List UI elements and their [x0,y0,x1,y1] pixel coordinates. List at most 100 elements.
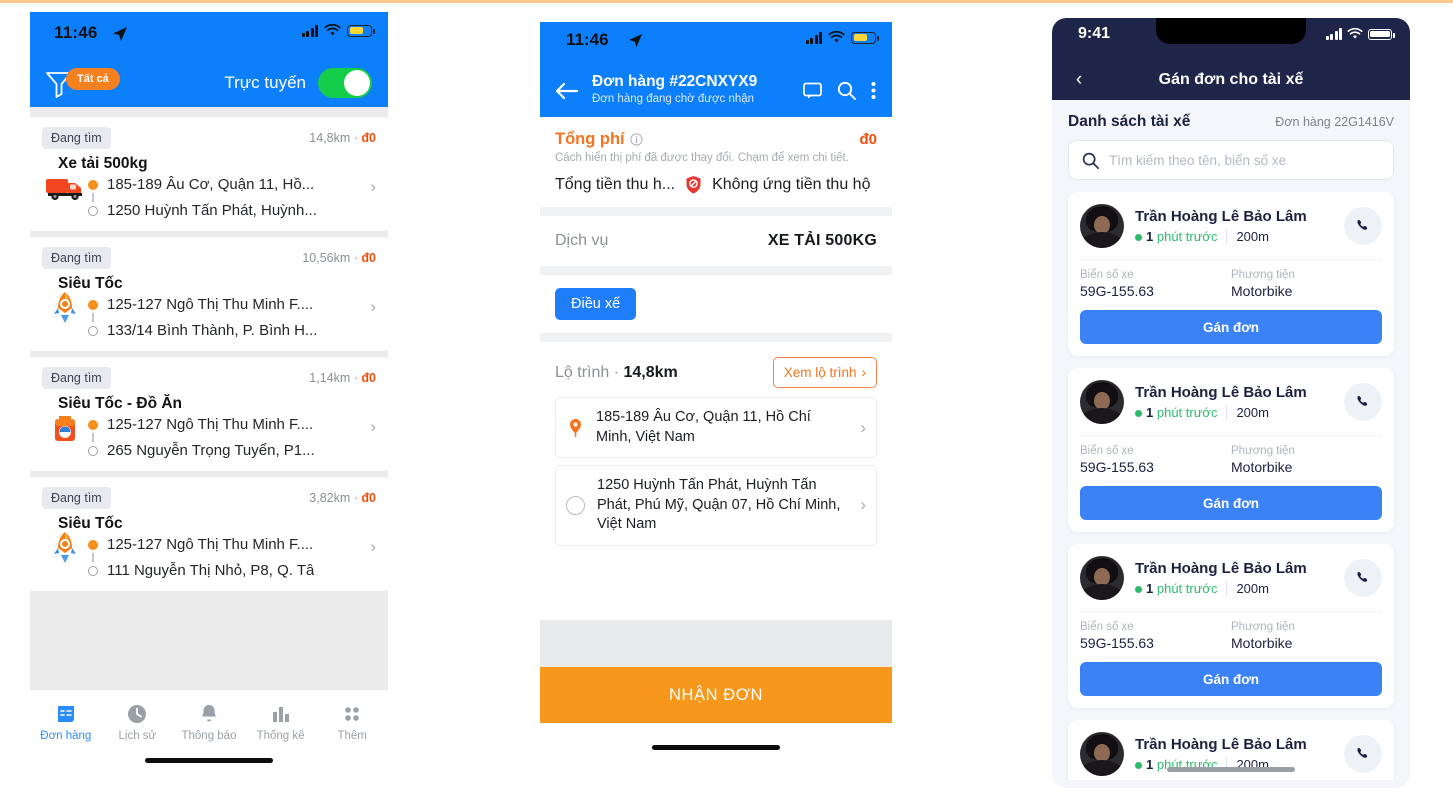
last-seen-number: 1 [1146,581,1154,596]
order-card-header: Đang tìm 3,82km · đ0 [42,487,376,509]
last-seen: 1 phút trước [1135,405,1217,420]
total-fee-label: Tổng phí [555,130,625,148]
route-title-prefix: Lộ trình [555,363,610,381]
phone-icon[interactable] [1344,559,1382,597]
tab-lich-su[interactable]: Lịch sử [102,690,174,755]
dropoff-address: 133/14 Bình Thành, P. Bình H... [107,322,318,339]
filter-control[interactable]: Tất cả [44,66,140,100]
rocket-icon [42,530,88,564]
subheader: Danh sách tài xế Đơn hàng 22G1416V [1052,100,1410,140]
dropoff-row: 265 Nguyễn Trọng Tuyển, P1... [88,442,364,459]
order-price: đ0 [361,131,376,145]
tab-them[interactable]: Thêm [316,690,388,755]
tab-thong-bao[interactable]: Thông báo [173,690,245,755]
back-arrow-icon[interactable] [552,82,582,100]
chevron-right-icon[interactable]: › [364,297,376,317]
info-circle-icon[interactable] [630,133,643,146]
chevron-right-icon[interactable]: › [364,537,376,557]
chevron-right-icon[interactable]: › [364,177,376,197]
dropoff-address: 1250 Huỳnh Tấn Phát, Huỳnh... [107,202,317,219]
status-indicators [805,31,879,44]
chevron-right-icon[interactable]: › [854,495,866,515]
view-route-button[interactable]: Xem lộ trình › [772,357,877,388]
chat-icon[interactable] [803,82,822,99]
order-main: Xe tải 500kg 185-189 Âu Cơ, Quận 11, Hồ.… [58,155,364,219]
driver-card[interactable]: Trần Hoàng Lê Bảo Lâm 1 phút trước 200m [1068,544,1394,708]
phone-icon[interactable] [1344,207,1382,245]
meta-divider [1226,405,1228,420]
driver-meta: 1 phút trước 200m [1135,229,1333,244]
section-divider [540,333,892,342]
dropoff-dot-icon [88,565,98,576]
assign-button[interactable]: Gán đơn [1080,662,1382,696]
chevron-left-icon[interactable]: ‹ [1052,69,1106,91]
dropoff-address: 111 Nguyễn Thị Nhỏ, P8, Q. Tâ [107,562,315,579]
filter-chip-label[interactable]: Tất cả [66,68,120,90]
chevron-right-icon[interactable]: › [854,418,866,438]
order-main: Siêu Tốc - Đồ Ăn 125-127 Ngô Thị Thu Min… [58,395,364,459]
total-fee-row[interactable]: Tổng phí đ0 [540,117,892,149]
driver-fields: Biển số xe 59G-155.63 Phương tiện Motorb… [1080,621,1382,651]
online-label: Trực tuyến [224,73,306,92]
tab-thong-ke[interactable]: Thống kê [245,690,317,755]
status-time: 11:46 [566,30,609,49]
pickup-dot-icon [88,539,98,550]
vehicle-label: Phương tiện [1231,445,1295,457]
phone-icon[interactable] [1344,383,1382,421]
order-meta: 1,14km · đ0 [309,371,376,385]
dispatch-button[interactable]: Điều xế [555,288,637,320]
driver-card[interactable]: Trần Hoàng Lê Bảo Lâm 1 phút trước 200m [1068,368,1394,532]
meta-separator: · [353,371,358,385]
circle-outline-icon [566,495,585,515]
order-card[interactable]: Đang tìm 1,14km · đ0 Siêu Tốc - Đồ Ăn 12… [30,357,388,471]
online-status-dot [1135,410,1142,417]
card-divider [1080,611,1382,612]
search-icon [1082,152,1099,169]
meta-divider [1226,229,1228,244]
more-vertical-icon[interactable] [871,81,876,100]
driver-list[interactable]: Trần Hoàng Lê Bảo Lâm 1 phút trước 200m [1052,192,1410,780]
route-stop-dropoff[interactable]: 1250 Huỳnh Tấn Phát, Huỳnh Tấn Phát, Phú… [555,465,877,546]
plate-value: 59G-155.63 [1080,459,1154,475]
vehicle-value: Motorbike [1231,635,1293,651]
online-toggle-group[interactable]: Trực tuyến [224,68,372,98]
tab-don-hang[interactable]: Đơn hàng [30,690,102,755]
tab-label: Thêm [337,730,367,742]
order-card[interactable]: Đang tìm 3,82km · đ0 Siêu Tốc 125-127 Ng… [30,477,388,591]
pickup-address: 125-127 Ngô Thị Thu Minh F.... [107,416,314,433]
order-distance: 1,14km [309,371,351,385]
pickup-dot-icon [88,299,98,310]
service-value: XE TẢI 500KG [767,232,877,249]
order-card[interactable]: Đang tìm 10,56km · đ0 Siêu Tốc 125-127 N… [30,237,388,351]
dropoff-dot-icon [88,445,98,456]
online-status-dot [1135,762,1142,769]
last-seen: 1 phút trước [1135,581,1217,596]
service-name: Xe tải 500kg [58,155,148,172]
accept-order-button[interactable]: NHẬN ĐƠN [540,667,892,723]
home-indicator [1167,767,1295,772]
pickup-address: 185-189 Âu Cơ, Quận 11, Hồ Chí Minh, Việ… [596,409,811,445]
driver-search-box[interactable] [1068,140,1394,180]
order-card[interactable]: Đang tìm 14,8km · đ0 Xe tải 500kg 185-18… [30,117,388,231]
tab-label: Thống kê [256,730,305,742]
detail-app-bar: Đơn hàng #22CNXYX9 Đơn hàng đang chờ đượ… [540,64,892,117]
toggle-knob [344,70,370,96]
assign-button[interactable]: Gán đơn [1080,486,1382,520]
online-toggle[interactable] [318,68,372,98]
order-card-header: Đang tìm 10,56km · đ0 [42,247,376,269]
wifi-icon [324,24,341,36]
driver-card[interactable]: Trần Hoàng Lê Bảo Lâm 1 phút trước 200m [1068,192,1394,356]
service-key: Dịch vụ [555,232,609,249]
search-icon[interactable] [837,81,856,100]
status-badge: Đang tìm [42,127,111,149]
pickup-dot-icon [88,179,98,190]
driver-info: Trần Hoàng Lê Bảo Lâm 1 phút trước 200m [1135,208,1333,244]
chevron-right-icon[interactable]: › [364,417,376,437]
plate-label: Biển số xe [1080,621,1134,633]
phone-icon[interactable] [1344,735,1382,773]
order-list[interactable]: Đang tìm 14,8km · đ0 Xe tải 500kg 185-18… [30,107,388,689]
search-input[interactable] [1109,152,1380,168]
pickup-dot-icon [88,419,98,430]
assign-button[interactable]: Gán đơn [1080,310,1382,344]
route-stop-pickup[interactable]: 185-189 Âu Cơ, Quận 11, Hồ Chí Minh, Việ… [555,397,877,459]
